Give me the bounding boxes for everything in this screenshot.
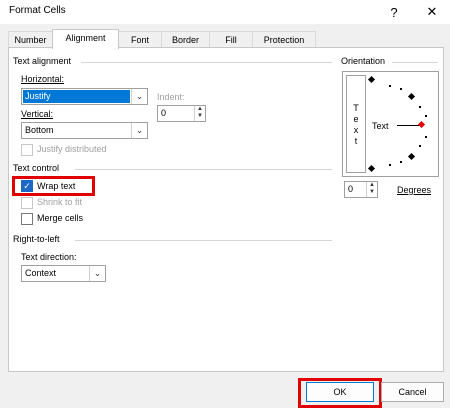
orientation-mark (367, 75, 376, 84)
degrees-label: Degrees (397, 185, 432, 195)
orientation-text-sample: Text (372, 121, 389, 131)
justify-distributed-label: Justify distributed (37, 144, 107, 154)
divider (75, 169, 332, 170)
tab-fill[interactable]: Fill (209, 31, 253, 48)
vertical-text-letter: x (353, 125, 359, 135)
format-cells-dialog: Format Cells ? ✕ Number Alignment Font B… (0, 0, 450, 408)
horizontal-label: Horizontal: (21, 74, 65, 84)
chevron-down-icon[interactable]: ⌄ (131, 123, 147, 138)
indent-value: 0 (161, 108, 167, 118)
vertical-label: Vertical: (21, 109, 54, 119)
degrees-value: 0 (348, 184, 354, 194)
indent-label: Indent: (157, 92, 185, 102)
help-button[interactable]: ? (382, 0, 406, 24)
spin-up-icon[interactable]: ▲ (367, 182, 377, 189)
tab-alignment[interactable]: Alignment (52, 29, 119, 49)
cancel-button[interactable]: Cancel (381, 382, 444, 402)
dialog-title: Format Cells (9, 5, 66, 16)
orientation-mark (400, 161, 402, 163)
spinner-buttons[interactable]: ▲ ▼ (194, 106, 205, 121)
help-icon: ? (390, 4, 398, 20)
checkmark-icon: ✓ (23, 181, 31, 191)
wrap-text-label: Wrap text (37, 181, 76, 191)
orientation-mark (389, 85, 391, 87)
orientation-mark (400, 88, 402, 90)
spin-down-icon[interactable]: ▼ (195, 113, 205, 120)
vertical-text-letter: t (354, 136, 358, 146)
vertical-value: Bottom (25, 125, 54, 135)
text-direction-value: Context (25, 268, 57, 278)
orientation-mark (407, 152, 416, 161)
spinner-buttons[interactable]: ▲ ▼ (366, 182, 377, 197)
wrap-text-checkbox[interactable]: ✓ (21, 180, 33, 192)
spin-down-icon[interactable]: ▼ (367, 189, 377, 196)
rtl-heading: Right-to-left (13, 234, 60, 244)
orientation-needle (397, 125, 419, 126)
orientation-mark (419, 106, 421, 108)
horizontal-value: Justify (25, 91, 51, 101)
shrink-to-fit-label: Shrink to fit (37, 197, 83, 207)
chevron-down-icon[interactable]: ⌄ (131, 89, 147, 104)
orientation-handle[interactable] (417, 120, 426, 129)
justify-distributed-checkbox[interactable] (21, 144, 33, 156)
tab-number[interactable]: Number (8, 31, 53, 48)
spin-up-icon[interactable]: ▲ (195, 106, 205, 113)
merge-cells-checkbox[interactable] (21, 213, 33, 225)
close-button[interactable]: ✕ (420, 0, 444, 24)
orientation-mark (419, 145, 421, 147)
indent-spinner[interactable]: 0 ▲ ▼ (157, 105, 206, 122)
text-alignment-heading: Text alignment (13, 56, 72, 66)
orientation-mark (389, 164, 391, 166)
divider (81, 62, 332, 63)
text-direction-select[interactable]: Context ⌄ (21, 265, 106, 282)
orientation-mark (425, 136, 427, 138)
orientation-mark (367, 164, 376, 173)
divider (392, 62, 438, 63)
degrees-spinner[interactable]: 0 ▲ ▼ (344, 181, 378, 198)
vertical-text-button[interactable]: T e x t (346, 75, 366, 173)
merge-cells-label: Merge cells (37, 213, 84, 223)
orientation-mark (407, 92, 416, 101)
orientation-mark (425, 115, 427, 117)
text-control-heading: Text control (13, 163, 60, 173)
chevron-down-icon[interactable]: ⌄ (89, 266, 105, 281)
divider (75, 240, 332, 241)
horizontal-select[interactable]: Justify ⌄ (21, 88, 148, 105)
orientation-control[interactable]: T e x t Text (342, 71, 439, 177)
vertical-text-letter: T (353, 103, 359, 113)
orientation-heading: Orientation (341, 56, 386, 66)
vertical-text-letter: e (353, 114, 359, 124)
shrink-to-fit-checkbox[interactable] (21, 197, 33, 209)
text-direction-label: Text direction: (21, 252, 77, 262)
tab-protection[interactable]: Protection (252, 31, 316, 48)
vertical-select[interactable]: Bottom ⌄ (21, 122, 148, 139)
tab-border[interactable]: Border (161, 31, 210, 48)
alignment-panel: Text alignment Horizontal: Justify ⌄ Ind… (8, 47, 444, 372)
close-icon: ✕ (426, 4, 438, 19)
title-bar: Format Cells ? ✕ (0, 0, 450, 24)
tab-font[interactable]: Font (118, 31, 162, 48)
ok-button[interactable]: OK (306, 382, 374, 402)
